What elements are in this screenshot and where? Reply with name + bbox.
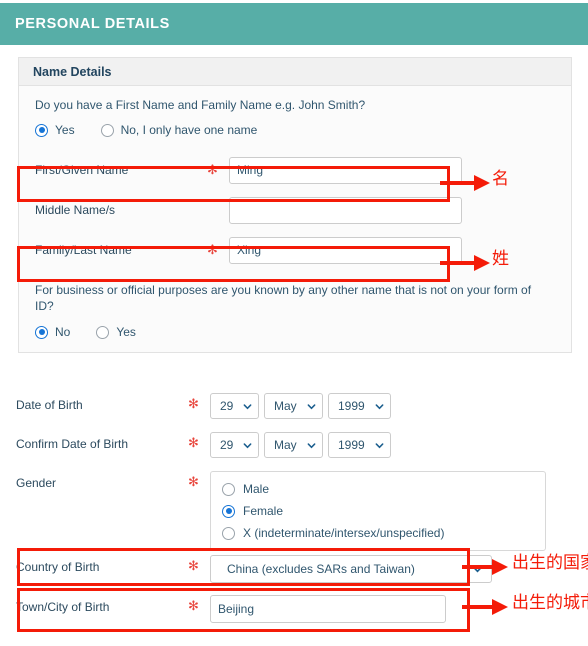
first-name-input[interactable] bbox=[229, 156, 462, 184]
confirm-date-of-birth-month-value: May bbox=[274, 438, 297, 452]
town-of-birth-required-asterisk: ✻ bbox=[188, 599, 199, 614]
name-question-option-no[interactable]: No, I only have one name bbox=[100, 123, 258, 137]
gender-required-asterisk: ✻ bbox=[188, 475, 199, 490]
name-details-panel-header: Name Details bbox=[19, 58, 571, 86]
name-question-label: Do you have a First Name and Family Name… bbox=[35, 98, 366, 112]
date-of-birth-day-select[interactable]: 29 bbox=[210, 393, 259, 419]
family-name-required-asterisk: ✻ bbox=[207, 242, 218, 258]
family-name-input[interactable] bbox=[229, 236, 462, 264]
confirm-date-of-birth-month-select[interactable]: May bbox=[264, 432, 323, 458]
chevron-down-icon bbox=[243, 442, 252, 448]
first-name-label: First/Given Name bbox=[35, 163, 129, 177]
chevron-down-icon bbox=[307, 403, 316, 409]
middle-name-label: Middle Name/s bbox=[35, 203, 116, 217]
gender-option-male[interactable]: Male bbox=[211, 478, 545, 500]
chevron-down-icon bbox=[375, 442, 384, 448]
country-of-birth-required-asterisk: ✻ bbox=[188, 559, 199, 574]
gender-option-female-label: Female bbox=[243, 504, 284, 518]
gender-option-female[interactable]: Female bbox=[211, 500, 545, 522]
town-of-birth-input[interactable] bbox=[210, 595, 446, 623]
radio-gender-female[interactable] bbox=[222, 504, 235, 518]
first-name-required-asterisk: ✻ bbox=[207, 162, 218, 178]
date-of-birth-month-value: May bbox=[274, 399, 297, 413]
chevron-down-icon bbox=[375, 403, 384, 409]
date-of-birth-day-value: 29 bbox=[220, 399, 234, 413]
gender-option-male-label: Male bbox=[243, 482, 270, 496]
family-name-row: Family/Last Name ✻ bbox=[19, 230, 571, 270]
radio-no-one-name[interactable] bbox=[100, 123, 114, 137]
gender-option-x-label: X (indeterminate/intersex/unspecified) bbox=[243, 526, 445, 540]
other-name-question-label: For business or official purposes are yo… bbox=[35, 283, 532, 313]
country-of-birth-row: Country of Birth ✻ China (excludes SARs … bbox=[0, 555, 588, 583]
radio-yes-label: Yes bbox=[55, 123, 75, 137]
confirm-date-of-birth-required-asterisk: ✻ bbox=[188, 436, 199, 451]
name-details-panel: Name Details Do you have a First Name an… bbox=[18, 57, 572, 353]
other-name-option-yes[interactable]: Yes bbox=[96, 325, 136, 339]
radio-yes[interactable] bbox=[35, 123, 48, 137]
family-name-label: Family/Last Name bbox=[35, 243, 132, 257]
chevron-down-icon bbox=[473, 566, 482, 573]
name-details-body: Do you have a First Name and Family Name… bbox=[19, 86, 571, 352]
country-of-birth-select[interactable]: China (excludes SARs and Taiwan) bbox=[210, 555, 492, 583]
name-details-title: Name Details bbox=[33, 64, 112, 79]
chevron-down-icon bbox=[307, 442, 316, 448]
chevron-down-icon bbox=[243, 403, 252, 409]
other-name-radio-group: No Yes bbox=[19, 314, 571, 352]
country-of-birth-value: China (excludes SARs and Taiwan) bbox=[227, 562, 415, 576]
town-of-birth-row: Town/City of Birth ✻ bbox=[0, 595, 588, 623]
confirm-date-of-birth-year-select[interactable]: 1999 bbox=[328, 432, 391, 458]
middle-name-row: Middle Name/s bbox=[19, 190, 571, 230]
radio-gender-male[interactable] bbox=[222, 482, 235, 496]
radio-other-name-no-label: No bbox=[55, 325, 71, 339]
confirm-date-of-birth-day-value: 29 bbox=[220, 438, 234, 452]
confirm-date-of-birth-row: Confirm Date of Birth ✻ 29 May 1999 bbox=[0, 432, 588, 458]
date-of-birth-required-asterisk: ✻ bbox=[188, 397, 199, 412]
date-of-birth-year-select[interactable]: 1999 bbox=[328, 393, 391, 419]
date-of-birth-month-select[interactable]: May bbox=[264, 393, 323, 419]
confirm-date-of-birth-day-select[interactable]: 29 bbox=[210, 432, 259, 458]
gender-row: Gender ✻ Male Female X (indeterminate/in… bbox=[0, 471, 588, 551]
confirm-date-of-birth-year-value: 1999 bbox=[338, 438, 365, 452]
radio-gender-x[interactable] bbox=[222, 526, 235, 540]
radio-other-name-yes[interactable] bbox=[96, 325, 110, 339]
gender-option-x[interactable]: X (indeterminate/intersex/unspecified) bbox=[211, 522, 545, 544]
gender-label: Gender bbox=[16, 476, 57, 490]
radio-other-name-yes-label: Yes bbox=[116, 325, 136, 339]
first-name-row: First/Given Name ✻ bbox=[19, 150, 571, 190]
country-of-birth-label: Country of Birth bbox=[16, 560, 100, 574]
middle-name-input[interactable] bbox=[229, 196, 462, 224]
radio-other-name-no[interactable] bbox=[35, 325, 48, 339]
other-name-option-no[interactable]: No bbox=[35, 325, 70, 339]
name-question-option-yes[interactable]: Yes bbox=[35, 123, 75, 137]
page-title: PERSONAL DETAILS bbox=[15, 16, 170, 32]
confirm-date-of-birth-label: Confirm Date of Birth bbox=[16, 437, 129, 451]
town-of-birth-label: Town/City of Birth bbox=[16, 600, 110, 614]
section-header: PERSONAL DETAILS bbox=[0, 3, 588, 45]
date-of-birth-row: Date of Birth ✻ 29 May 1999 bbox=[0, 393, 588, 419]
date-of-birth-label: Date of Birth bbox=[16, 398, 83, 412]
radio-no-one-name-label: No, I only have one name bbox=[120, 123, 258, 137]
gender-option-group: Male Female X (indeterminate/intersex/un… bbox=[210, 471, 546, 551]
date-of-birth-year-value: 1999 bbox=[338, 399, 365, 413]
name-question-radio-group: Yes No, I only have one name bbox=[19, 112, 571, 150]
